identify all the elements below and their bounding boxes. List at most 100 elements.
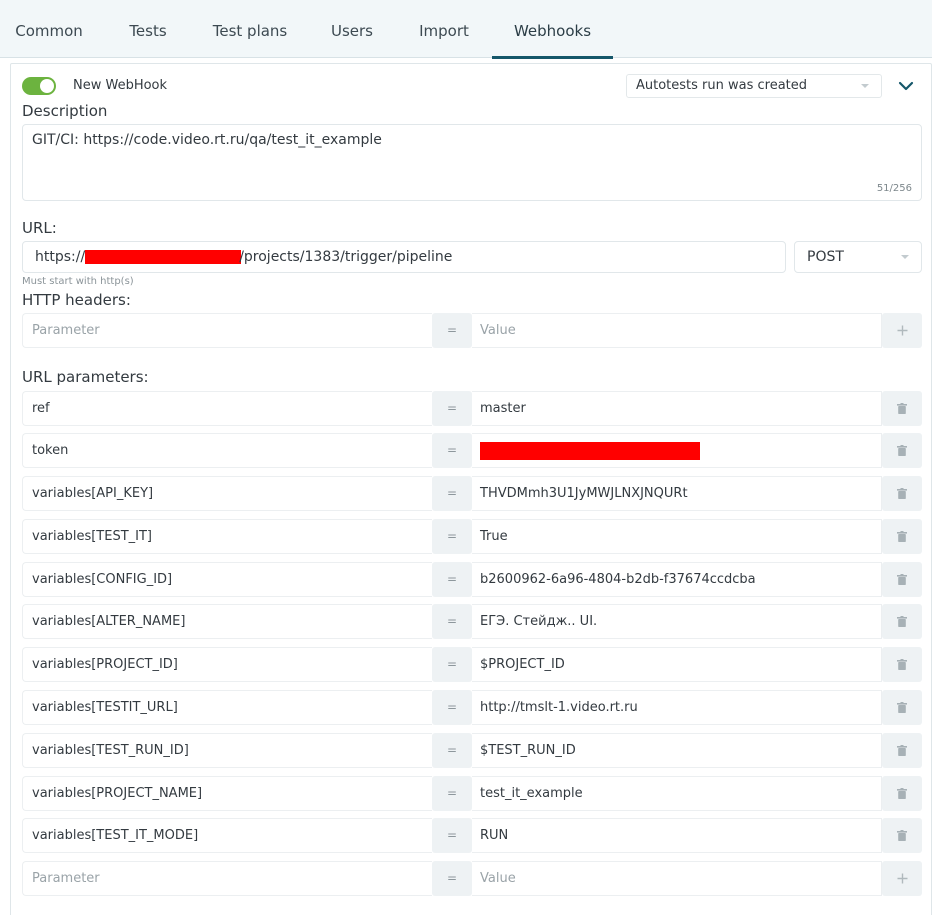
- equals-sign: =: [432, 647, 472, 682]
- url-parameter-row: variables[TEST_IT_MODE] = RUN: [22, 818, 922, 853]
- header-value-input[interactable]: Value: [472, 313, 882, 348]
- url-parameter-value-input[interactable]: Value: [472, 861, 882, 896]
- trash-icon: [897, 403, 907, 414]
- url-parameter-row: variables[API_KEY] = THVDMmh3U1JyMWJLNXJNQ…: [22, 476, 922, 511]
- url-parameter-name[interactable]: variables[TEST_RUN_ID]: [22, 733, 432, 768]
- add-header-button[interactable]: [882, 313, 922, 348]
- chevron-down-icon: [861, 84, 869, 88]
- delete-parameter-button[interactable]: [882, 733, 922, 768]
- description-textarea[interactable]: GIT/CI: https://code.video.rt.ru/qa/test…: [22, 124, 922, 201]
- url-parameter-name[interactable]: variables[CONFIG_ID]: [22, 562, 432, 597]
- url-parameter-value[interactable]: THVDMmh3U1JyMWJLNXJNQURt: [472, 476, 882, 511]
- delete-parameter-button[interactable]: [882, 391, 922, 426]
- collapse-webhook-button[interactable]: [896, 76, 916, 96]
- url-hint: Must start with http(s): [22, 276, 134, 287]
- trash-icon: [897, 702, 907, 713]
- url-parameter-value[interactable]: ЕГЭ. Стейдж.. UI.: [472, 604, 882, 639]
- trash-icon: [897, 745, 907, 756]
- url-parameter-row: variables[PROJECT_ID] = $PROJECT_ID: [22, 647, 922, 682]
- url-parameter-name[interactable]: variables[TEST_IT_MODE]: [22, 818, 432, 853]
- equals-sign: =: [432, 313, 472, 348]
- header-row-new: Parameter = Value: [22, 313, 922, 348]
- delete-parameter-button[interactable]: [882, 519, 922, 554]
- webhook-enabled-toggle[interactable]: [22, 77, 56, 95]
- trash-icon: [897, 659, 907, 670]
- url-parameter-name[interactable]: ref: [22, 391, 432, 426]
- url-parameter-input[interactable]: Parameter: [22, 861, 432, 896]
- trash-icon: [897, 574, 907, 585]
- url-parameter-value[interactable]: RUN: [472, 818, 882, 853]
- url-parameter-value[interactable]: True: [472, 519, 882, 554]
- chevron-down-icon: [898, 81, 914, 91]
- tab-test-plans[interactable]: Test plans: [196, 0, 304, 58]
- url-parameter-name[interactable]: variables[TEST_IT]: [22, 519, 432, 554]
- tab-webhooks[interactable]: Webhooks: [492, 0, 613, 59]
- toggle-knob: [40, 79, 54, 93]
- trash-icon: [897, 445, 907, 456]
- equals-sign: =: [432, 690, 472, 725]
- url-parameter-name[interactable]: variables[PROJECT_ID]: [22, 647, 432, 682]
- delete-parameter-button[interactable]: [882, 433, 922, 468]
- http-method-select[interactable]: POST: [794, 241, 922, 273]
- trash-icon: [897, 616, 907, 627]
- delete-parameter-button[interactable]: [882, 818, 922, 853]
- equals-sign: =: [432, 776, 472, 811]
- trash-icon: [897, 788, 907, 799]
- equals-sign: =: [432, 818, 472, 853]
- equals-sign: =: [432, 562, 472, 597]
- url-parameter-value[interactable]: test_it_example: [472, 776, 882, 811]
- event-type-select[interactable]: Autotests run was created: [626, 74, 882, 98]
- url-parameter-row: ref = master: [22, 391, 922, 426]
- url-suffix: /projects/1383/trigger/pipeline: [239, 249, 453, 265]
- url-parameter-value[interactable]: b2600962-6a96-4804-b2db-f37674ccdcba: [472, 562, 882, 597]
- url-parameter-name[interactable]: variables[ALTER_NAME]: [22, 604, 432, 639]
- trash-icon: [897, 488, 907, 499]
- equals-sign: =: [432, 519, 472, 554]
- delete-parameter-button[interactable]: [882, 604, 922, 639]
- url-parameter-name[interactable]: variables[TESTIT_URL]: [22, 690, 432, 725]
- tab-tests[interactable]: Tests: [106, 0, 190, 58]
- url-parameter-row: variables[CONFIG_ID] = b2600962-6a96-4804-…: [22, 562, 922, 597]
- url-parameter-value[interactable]: $TEST_RUN_ID: [472, 733, 882, 768]
- delete-parameter-button[interactable]: [882, 776, 922, 811]
- url-input[interactable]: https:// /projects/1383/trigger/pipeline: [22, 241, 786, 273]
- header-parameter-input[interactable]: Parameter: [22, 313, 432, 348]
- url-parameter-row: token =: [22, 433, 922, 468]
- url-parameter-row: variables[TEST_RUN_ID] = $TEST_RUN_ID: [22, 733, 922, 768]
- url-parameters-label: URL parameters:: [22, 368, 149, 386]
- delete-parameter-button[interactable]: [882, 647, 922, 682]
- url-parameter-name[interactable]: variables[PROJECT_NAME]: [22, 776, 432, 811]
- tab-common[interactable]: Common: [0, 0, 98, 58]
- equals-sign: =: [432, 476, 472, 511]
- event-type-value: Autotests run was created: [636, 78, 808, 93]
- delete-parameter-button[interactable]: [882, 690, 922, 725]
- tab-users[interactable]: Users: [310, 0, 394, 58]
- http-method-value: POST: [807, 249, 844, 265]
- delete-parameter-button[interactable]: [882, 476, 922, 511]
- equals-sign: =: [432, 861, 472, 896]
- description-text: GIT/CI: https://code.video.rt.ru/qa/test…: [32, 132, 382, 148]
- url-parameter-row: variables[ALTER_NAME] = ЕГЭ. Стейдж.. UI.: [22, 604, 922, 639]
- redaction-mark: [85, 250, 242, 264]
- plus-icon: [897, 325, 908, 336]
- delete-parameter-button[interactable]: [882, 562, 922, 597]
- add-parameter-button[interactable]: [882, 861, 922, 896]
- url-parameter-value[interactable]: [472, 433, 882, 468]
- settings-tabs: Common Tests Test plans Users Import Web…: [0, 0, 932, 59]
- url-parameter-row: variables[PROJECT_NAME] = test_it_example: [22, 776, 922, 811]
- url-parameter-name[interactable]: variables[API_KEY]: [22, 476, 432, 511]
- equals-sign: =: [432, 604, 472, 639]
- url-parameter-value[interactable]: master: [472, 391, 882, 426]
- param-row-new: Parameter = Value: [22, 861, 922, 896]
- url-parameter-value[interactable]: http://tmslt-1.video.rt.ru: [472, 690, 882, 725]
- equals-sign: =: [432, 733, 472, 768]
- url-label: URL:: [22, 219, 57, 237]
- tab-import[interactable]: Import: [400, 0, 488, 58]
- redaction-mark: [480, 441, 700, 460]
- url-parameter-row: variables[TEST_IT] = True: [22, 519, 922, 554]
- equals-sign: =: [432, 433, 472, 468]
- url-parameter-value[interactable]: $PROJECT_ID: [472, 647, 882, 682]
- url-parameter-name[interactable]: token: [22, 433, 432, 468]
- equals-sign: =: [432, 391, 472, 426]
- active-tab-indicator: [492, 56, 613, 59]
